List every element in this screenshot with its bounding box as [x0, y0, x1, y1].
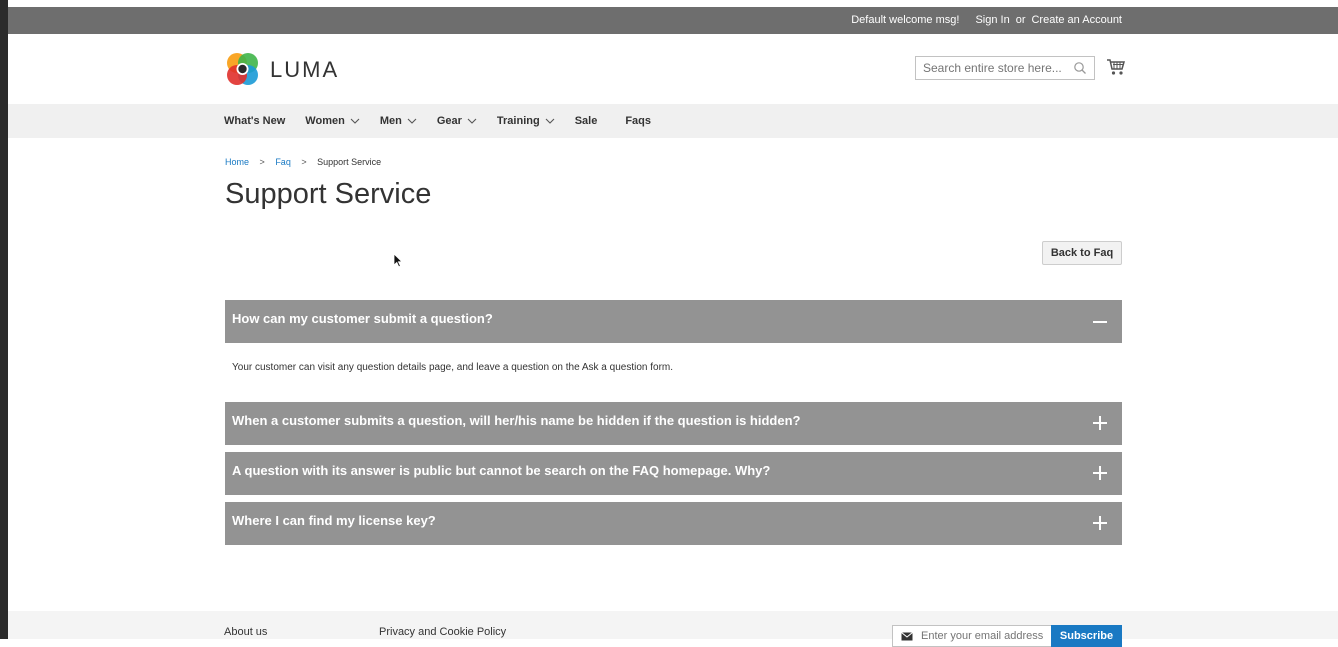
nav-label: Sale [574, 115, 598, 127]
plus-icon[interactable] [1092, 515, 1108, 531]
faq-item[interactable]: How can my customer submit a question? [225, 300, 1122, 343]
newsletter-email-input[interactable] [919, 629, 1053, 643]
cart-icon[interactable] [1106, 58, 1126, 76]
nav-label: Men [379, 115, 402, 127]
breadcrumb-home[interactable]: Home [225, 157, 249, 167]
faq-answer: Your customer can visit any question det… [232, 362, 674, 373]
nav-item-training[interactable]: Training [497, 115, 555, 127]
chevron-down-icon [545, 118, 555, 124]
envelope-icon [901, 632, 913, 641]
luma-logo-icon [227, 53, 258, 85]
nav-label: Women [305, 115, 345, 127]
header: LUMA [8, 34, 1338, 104]
newsletter-field[interactable] [892, 625, 1053, 647]
breadcrumb-faq[interactable]: Faq [275, 157, 291, 167]
window-border [0, 0, 8, 639]
subscribe-button[interactable]: Subscribe [1051, 625, 1122, 647]
faq-question: A question with its answer is public but… [232, 463, 771, 478]
chevron-down-icon [350, 118, 360, 124]
search-box[interactable] [915, 56, 1095, 80]
window-top-strip [8, 0, 1338, 7]
luma-logo[interactable]: LUMA [224, 51, 339, 88]
minus-icon[interactable] [1092, 313, 1108, 329]
nav-item-whats-new[interactable]: What's New [224, 115, 285, 127]
nav-label: Training [496, 115, 540, 127]
logo-text: LUMA [270, 56, 340, 82]
nav-label: Faqs [625, 115, 652, 127]
faq-question: How can my customer submit a question? [232, 311, 493, 326]
nav-item-faqs[interactable]: Faqs [625, 115, 651, 127]
nav-item-men[interactable]: Men [380, 115, 417, 127]
or-text: or [1015, 14, 1026, 26]
faq-item[interactable]: A question with its answer is public but… [225, 452, 1122, 495]
nav-item-women[interactable]: Women [305, 115, 360, 127]
footer-privacy-link[interactable]: Privacy and Cookie Policy [379, 626, 506, 638]
back-to-faq-button[interactable]: Back to Faq [1042, 241, 1122, 265]
breadcrumb-current: Support Service [317, 157, 382, 167]
faq-item[interactable]: When a customer submits a question, will… [225, 402, 1122, 445]
main-navigation: What's New Women Men Gear Training Sale … [8, 104, 1338, 138]
chevron-down-icon [467, 118, 477, 124]
breadcrumb: Home > Faq > Support Service [225, 157, 381, 167]
faq-item[interactable]: Where I can find my license key? [225, 502, 1122, 545]
welcome-message: Default welcome msg! [851, 14, 960, 26]
header-links: Default welcome msg! Sign In or Create a… [851, 14, 1122, 26]
mouse-cursor-icon [393, 253, 403, 268]
chevron-down-icon [407, 118, 417, 124]
create-account-link[interactable]: Create an Account [1031, 14, 1122, 26]
nav-item-gear[interactable]: Gear [437, 115, 477, 127]
page-title: Support Service [225, 178, 432, 210]
search-input[interactable] [916, 57, 1080, 79]
plus-icon[interactable] [1092, 465, 1108, 481]
faq-question: When a customer submits a question, will… [232, 413, 801, 428]
footer-about-link[interactable]: About us [224, 626, 267, 638]
nav-label: What's New [224, 115, 286, 127]
nav-label: Gear [436, 115, 462, 127]
sign-in-link[interactable]: Sign In [975, 14, 1009, 26]
plus-icon[interactable] [1092, 415, 1108, 431]
footer: About us Privacy and Cookie Policy Subsc… [8, 611, 1338, 647]
top-bar: Default welcome msg! Sign In or Create a… [8, 7, 1338, 34]
breadcrumb-separator: > [259, 157, 265, 167]
faq-question: Where I can find my license key? [232, 513, 436, 528]
search-icon[interactable] [1073, 61, 1087, 75]
nav-item-sale[interactable]: Sale [575, 115, 598, 127]
breadcrumb-separator: > [301, 157, 307, 167]
